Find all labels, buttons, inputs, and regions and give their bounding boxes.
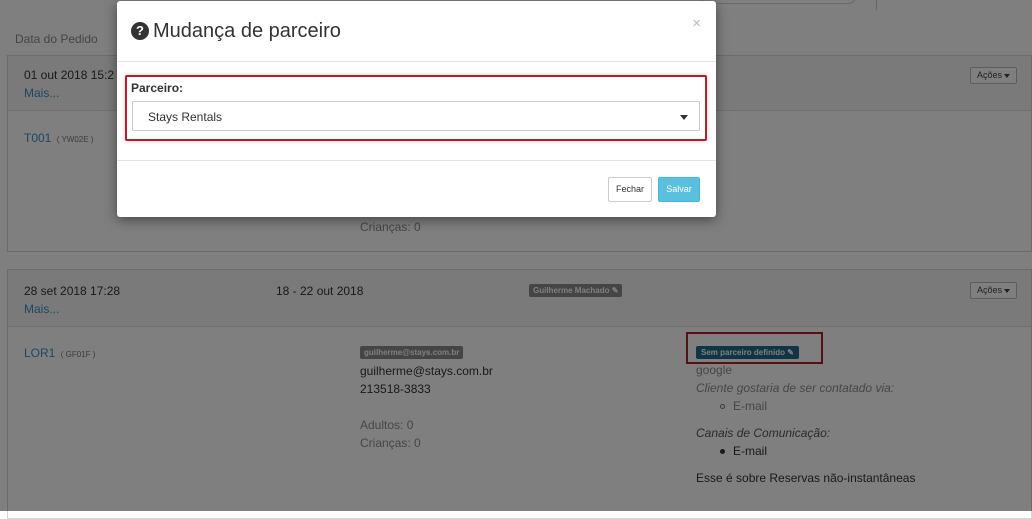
caret-down-icon (680, 115, 688, 120)
partner-select-value: Stays Rentals (148, 110, 223, 124)
modal-header: ? Mudança de parceiro × (117, 1, 716, 62)
modal-title: ? Mudança de parceiro (131, 20, 341, 43)
partner-field-label: Parceiro: (131, 81, 184, 95)
close-button[interactable]: Fechar (608, 177, 652, 202)
partner-select[interactable]: Stays Rentals (132, 101, 700, 131)
save-button[interactable]: Salvar (658, 177, 700, 202)
partner-change-modal: ? Mudança de parceiro × Parceiro: Stays R… (117, 1, 716, 217)
modal-title-text: Mudança de parceiro (153, 20, 341, 42)
modal-body: Parceiro: Stays Rentals (117, 63, 716, 161)
close-icon[interactable]: × (692, 15, 701, 32)
question-circle-icon: ? (131, 22, 149, 40)
